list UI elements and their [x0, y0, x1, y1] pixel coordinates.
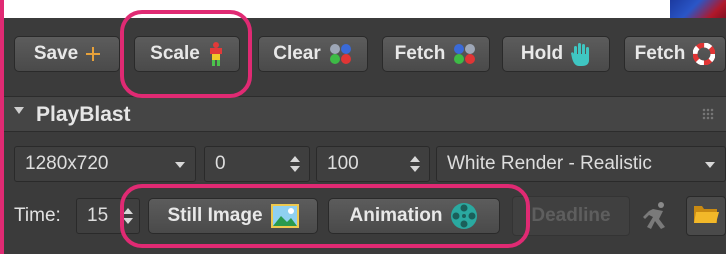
save-button[interactable]: Save — [14, 36, 120, 72]
deadline-label: Deadline — [531, 205, 611, 226]
playblast-section-header[interactable]: PlayBlast — [4, 96, 726, 132]
clear-label: Clear — [273, 43, 321, 64]
background-thumbnail — [670, 0, 726, 20]
film-reel-icon — [450, 202, 478, 230]
rgb-dots-icon — [453, 43, 477, 65]
spinner-arrows-icon[interactable] — [410, 156, 420, 172]
chevron-down-icon — [705, 162, 715, 168]
fetch-label-2: Fetch — [634, 43, 686, 64]
hold-button[interactable]: Hold — [502, 36, 610, 72]
fetch-label: Fetch — [394, 43, 446, 64]
start-frame-value: 0 — [215, 153, 226, 174]
image-icon — [270, 204, 299, 228]
fetch-button[interactable]: Fetch — [382, 36, 490, 72]
time-spinner[interactable]: 15 — [76, 198, 140, 234]
render-mode-dropdown[interactable]: White Render - Realistic — [436, 146, 726, 182]
end-frame-value: 100 — [327, 153, 359, 174]
hold-label: Hold — [520, 43, 564, 64]
resolution-value: 1280x720 — [25, 153, 109, 174]
time-label: Time: — [14, 205, 61, 226]
render-mode-value: White Render - Realistic — [447, 153, 652, 174]
rgb-dots-icon — [329, 43, 353, 65]
deadline-button[interactable]: Deadline — [512, 196, 630, 236]
save-label: Save — [33, 43, 79, 64]
top-strip — [0, 0, 726, 18]
scale-label: Scale — [150, 43, 200, 64]
animation-button[interactable]: Animation — [328, 198, 500, 234]
collapse-arrow-icon[interactable] — [14, 107, 24, 114]
plus-icon — [86, 47, 101, 61]
section-title: PlayBlast — [36, 103, 131, 126]
scale-figure-icon — [208, 42, 224, 66]
animation-label: Animation — [349, 205, 443, 226]
end-frame-spinner[interactable]: 100 — [316, 146, 430, 182]
hand-icon — [571, 42, 591, 66]
runner-icon[interactable] — [636, 196, 676, 236]
spinner-arrows-icon[interactable] — [123, 208, 133, 224]
still-image-button[interactable]: Still Image — [148, 198, 318, 234]
drag-grip-icon[interactable] — [702, 108, 714, 120]
time-value: 15 — [87, 205, 109, 226]
still-image-label: Still Image — [167, 205, 263, 226]
spinner-arrows-icon[interactable] — [290, 156, 300, 172]
start-frame-spinner[interactable]: 0 — [204, 146, 310, 182]
chevron-down-icon — [175, 162, 185, 168]
open-folder-button[interactable] — [686, 196, 726, 236]
clear-button[interactable]: Clear — [258, 36, 368, 72]
folder-icon — [693, 203, 719, 230]
resolution-dropdown[interactable]: 1280x720 — [14, 146, 196, 182]
fetch-lifebuoy-button[interactable]: Fetch — [624, 36, 726, 72]
scale-button[interactable]: Scale — [134, 36, 240, 72]
lifebuoy-icon — [693, 43, 716, 65]
